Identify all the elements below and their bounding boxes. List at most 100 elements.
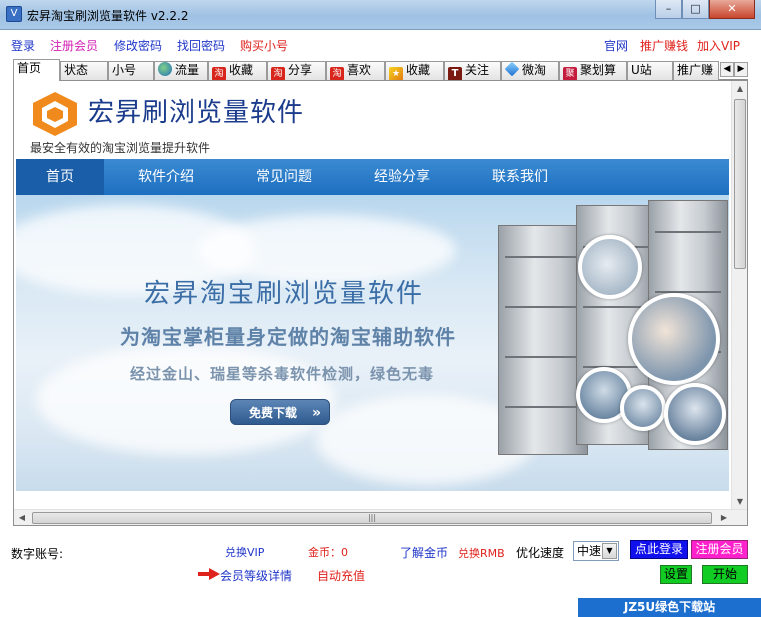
speed-label: 优化速度: [516, 546, 565, 560]
scroll-right-arrow-icon[interactable]: ▶: [716, 510, 732, 525]
minimize-button[interactable]: –: [655, 0, 682, 19]
close-button[interactable]: ✕: [709, 0, 755, 19]
red-arrow-right-icon: [198, 568, 220, 580]
tab-share[interactable]: 淘分享: [267, 61, 326, 80]
free-download-label: 免费下载: [249, 406, 298, 420]
tab-scroll-left-button[interactable]: ◀: [720, 62, 734, 77]
taobao-icon: 淘: [330, 67, 344, 80]
tab-label: 推广赚: [677, 63, 714, 77]
dropdown-arrow-icon: ▼: [602, 543, 617, 559]
banner-title: 宏昇淘宝刷浏览量软件: [144, 279, 425, 309]
meeting-photo: [664, 383, 726, 445]
hexagon-logo-icon: [33, 92, 77, 136]
app-icon: V: [6, 6, 22, 22]
star-icon: ★: [389, 67, 403, 80]
recover-password-link[interactable]: 找回密码: [177, 37, 225, 54]
tab-like[interactable]: 淘喜欢: [326, 61, 385, 80]
vertical-scrollbar[interactable]: ▲ ▼: [731, 81, 747, 510]
title-bar[interactable]: V 宏昇淘宝刷浏览量软件 v2.2.2 – □ ✕: [0, 0, 761, 30]
promote-earn-link[interactable]: 推广赚钱: [640, 37, 688, 54]
tab-label: 分享: [288, 63, 313, 77]
speed-select[interactable]: 中速 ▼: [573, 541, 619, 561]
person-photo: [628, 293, 720, 385]
auto-recharge-link[interactable]: 自动充值: [317, 567, 365, 584]
tab-juhuasuan[interactable]: 聚聚划算: [559, 61, 627, 80]
web-content: 宏昇刷浏览量软件 最安全有效的淘宝浏览量提升软件 首页 软件介绍 常见问题 经验…: [16, 83, 729, 510]
tab-strip: 首页 状态 小号 流量 淘收藏 淘分享 淘喜欢 ★ 收藏 T 关注 微淘 聚聚划算 …: [13, 59, 748, 81]
site-title: 宏昇刷浏览量软件: [88, 98, 305, 128]
tab-follow[interactable]: T 关注: [444, 61, 501, 80]
learn-gold-link[interactable]: 了解金币: [400, 544, 448, 561]
tab-promote[interactable]: 推广赚: [673, 61, 719, 80]
tab-favorite[interactable]: 淘收藏: [208, 61, 267, 80]
official-site-link[interactable]: 官网: [604, 37, 628, 54]
window-title: 宏昇淘宝刷浏览量软件 v2.2.2: [27, 9, 189, 23]
vertical-scroll-thumb[interactable]: [734, 99, 746, 269]
register-link[interactable]: 注册会员: [50, 37, 98, 54]
tab-status[interactable]: 状态: [60, 61, 108, 80]
settings-button[interactable]: 设置: [660, 565, 692, 584]
tab-label: 小号: [112, 63, 137, 77]
register-member-button[interactable]: 注册会员: [691, 540, 748, 559]
top-links-bar: 登录 注册会员 修改密码 找回密码 购买小号 官网 推广赚钱 加入VIP: [0, 30, 761, 58]
horizontal-scrollbar[interactable]: ◀ ||| ▶: [14, 509, 747, 525]
click-login-button[interactable]: 点此登录: [630, 540, 688, 559]
person-photo: [620, 385, 666, 431]
tab-ustation[interactable]: U站: [627, 61, 673, 80]
tab-label: 关注: [465, 63, 490, 77]
tab-label: 首页: [17, 61, 42, 75]
account-label: 数字账号:: [11, 547, 64, 561]
tab-collect[interactable]: ★ 收藏: [385, 61, 444, 80]
tab-label: 状态: [64, 63, 89, 77]
tab-label: 喜欢: [347, 63, 372, 77]
site-slogan: 最安全有效的淘宝浏览量提升软件: [30, 141, 211, 155]
banner-subtitle-2: 经过金山、瑞星等杀毒软件检测，绿色无毒: [130, 365, 435, 383]
globe-icon: [158, 62, 172, 76]
exchange-vip-link[interactable]: 兑换VIP: [225, 544, 264, 560]
login-link[interactable]: 登录: [11, 37, 35, 54]
diamond-icon: [504, 62, 520, 77]
tab-accounts[interactable]: 小号: [108, 61, 154, 80]
watermark-banner: JZ5U绿色下载站www.jz5u.com: [578, 598, 761, 617]
nav-experience[interactable]: 经验分享: [352, 159, 452, 195]
gold-coin-value: 金币：0: [308, 546, 348, 559]
tab-label: 流量: [175, 63, 200, 77]
hero-banner: 宏昇淘宝刷浏览量软件 为淘宝掌柜量身定做的淘宝辅助软件 经过金山、瑞星等杀毒软件…: [16, 195, 729, 491]
start-button[interactable]: 开始: [702, 565, 748, 584]
maximize-button[interactable]: □: [682, 0, 709, 19]
scroll-up-arrow-icon[interactable]: ▲: [732, 81, 747, 97]
nav-intro[interactable]: 软件介绍: [116, 159, 216, 195]
tab-traffic[interactable]: 流量: [154, 61, 208, 80]
join-vip-link[interactable]: 加入VIP: [697, 37, 740, 54]
double-chevron-right-icon: »: [311, 405, 321, 421]
exchange-rmb-link[interactable]: 兑换RMB: [458, 545, 505, 561]
change-password-link[interactable]: 修改密码: [114, 37, 162, 54]
member-level-link[interactable]: 会员等级详情: [220, 567, 292, 584]
buy-accounts-link[interactable]: 购买小号: [240, 37, 288, 54]
tab-label: 收藏: [406, 63, 431, 77]
speed-select-value: 中速: [577, 544, 602, 558]
banner-subtitle: 为淘宝掌柜量身定做的淘宝辅助软件: [120, 325, 456, 349]
scroll-down-arrow-icon[interactable]: ▼: [732, 494, 747, 510]
nav-home[interactable]: 首页: [16, 159, 104, 195]
tab-label: 收藏: [229, 63, 254, 77]
tab-scroll-arrows: ◀ ▶: [720, 62, 748, 77]
nav-contact[interactable]: 联系我们: [470, 159, 570, 195]
taobao-icon: 淘: [212, 67, 226, 80]
tab-home[interactable]: 首页: [13, 59, 60, 81]
keyboard-photo: [578, 235, 642, 299]
free-download-button[interactable]: 免费下载 »: [230, 399, 330, 425]
scroll-left-arrow-icon[interactable]: ◀: [14, 510, 30, 525]
browser-panel: 宏昇刷浏览量软件 最安全有效的淘宝浏览量提升软件 首页 软件介绍 常见问题 经验…: [13, 80, 748, 526]
horizontal-scroll-thumb[interactable]: |||: [32, 512, 712, 524]
t-icon: T: [448, 67, 462, 80]
nav-faq[interactable]: 常见问题: [234, 159, 334, 195]
tab-label: 微淘: [522, 63, 547, 77]
site-nav: 首页 软件介绍 常见问题 经验分享 联系我们: [16, 159, 729, 195]
tab-scroll-right-button[interactable]: ▶: [734, 62, 748, 77]
server-rack-image: [498, 225, 588, 455]
tab-weitao[interactable]: 微淘: [501, 61, 559, 80]
window-controls: – □ ✕: [655, 0, 755, 20]
juhuasuan-icon: 聚: [563, 67, 577, 80]
tab-label: 聚划算: [580, 63, 617, 77]
